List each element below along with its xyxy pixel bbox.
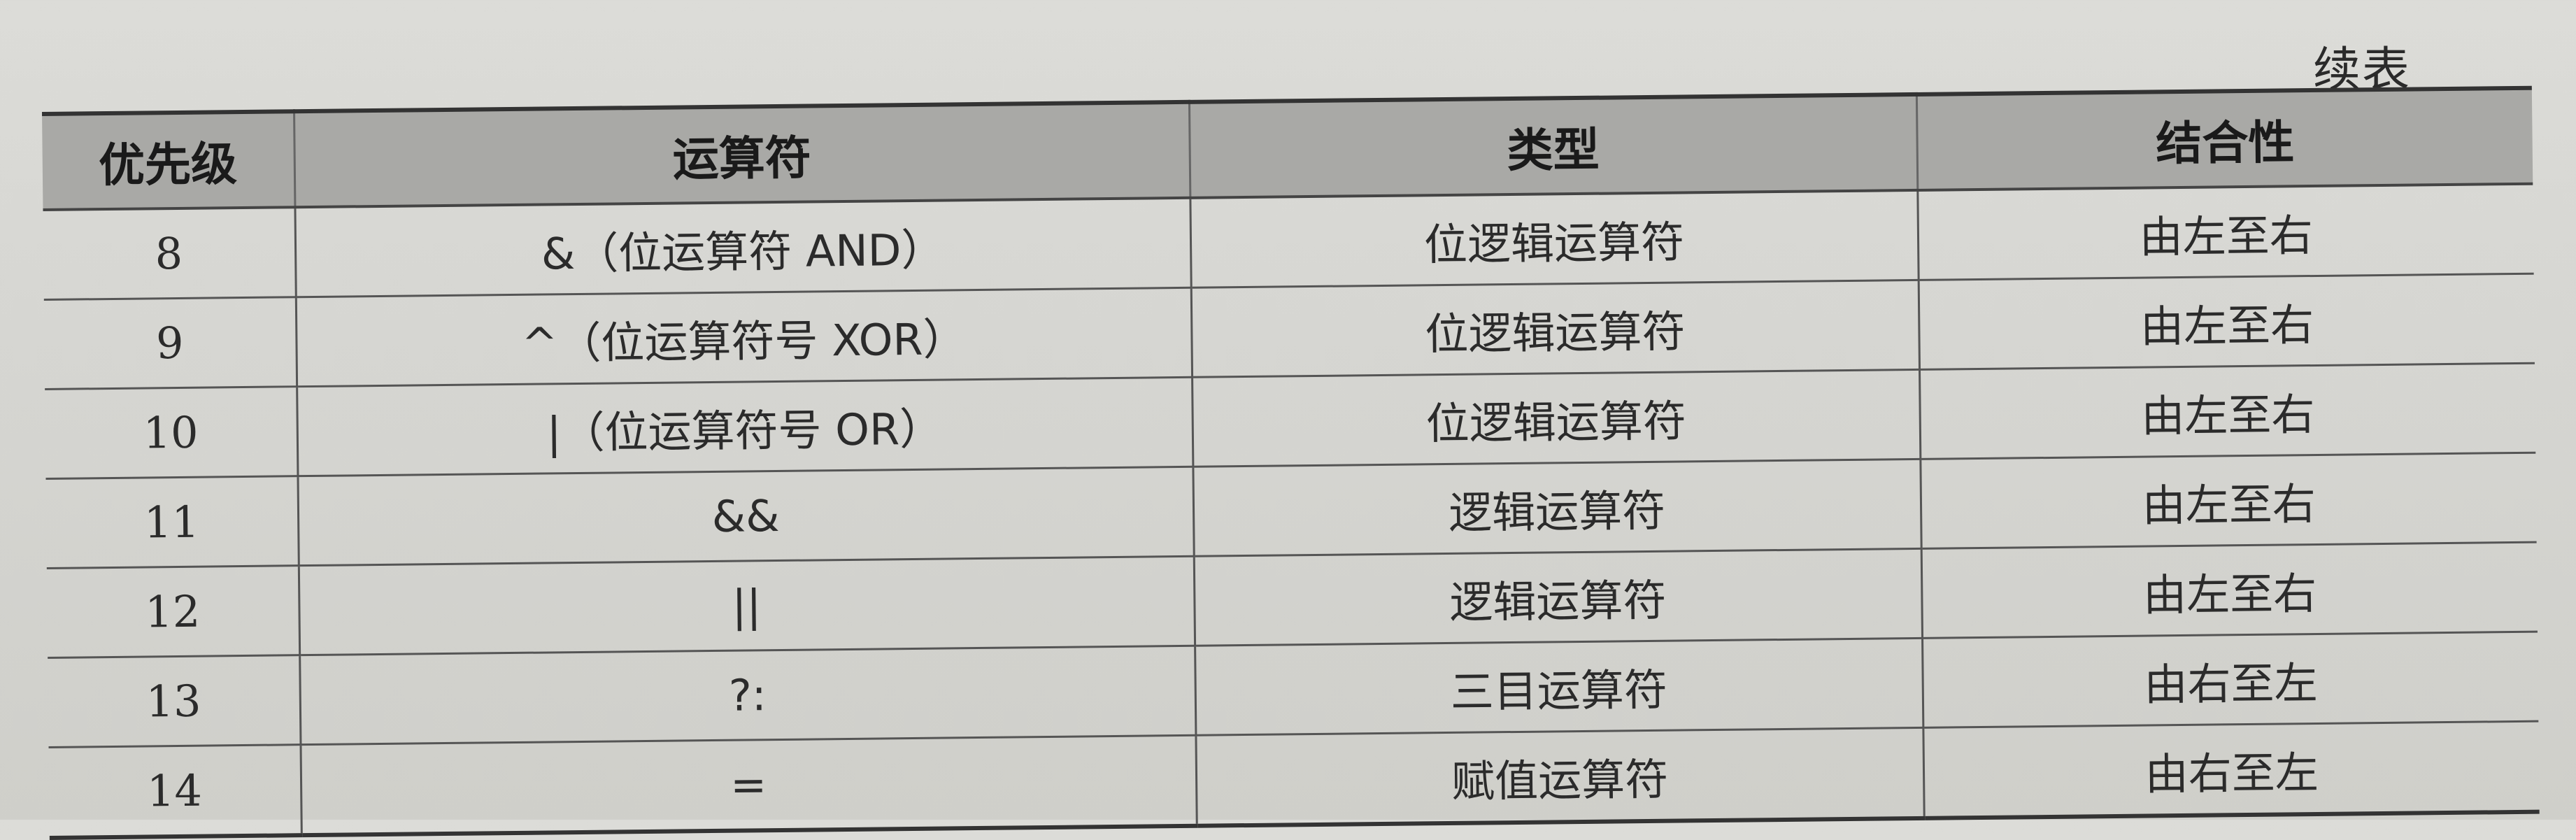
- header-priority: 优先级: [42, 111, 295, 210]
- cell-type: 位逻辑运算符: [1190, 190, 1919, 288]
- cell-operator: ||: [298, 556, 1195, 655]
- cell-associativity: 由左至右: [1920, 453, 2537, 549]
- cell-type: 赋值运算符: [1195, 727, 1924, 826]
- cell-associativity: 由左至右: [1918, 273, 2535, 370]
- header-type: 类型: [1188, 94, 1918, 198]
- cell-operator: ?:: [299, 646, 1196, 745]
- header-operator: 运算符: [294, 101, 1190, 208]
- cell-priority: 8: [43, 207, 296, 300]
- cell-operator: |（位运算符号 OR）: [297, 377, 1193, 476]
- operator-precedence-table: 优先级 运算符 类型 结合性 8 &（位运算符 AND） 位逻辑运算符 由左至右…: [42, 86, 2540, 840]
- cell-priority: 10: [45, 386, 298, 479]
- header-associativity: 结合性: [1916, 87, 2533, 190]
- cell-type: 逻辑运算符: [1193, 548, 1923, 646]
- cell-priority: 14: [48, 744, 301, 838]
- cell-operator: ^（位运算符号 XOR）: [295, 287, 1193, 387]
- cell-priority: 9: [43, 297, 297, 390]
- cell-priority: 11: [45, 476, 299, 569]
- cell-associativity: 由左至右: [1921, 542, 2538, 639]
- cell-priority: 12: [46, 565, 300, 658]
- cell-type: 位逻辑运算符: [1192, 369, 1921, 467]
- cell-priority: 13: [48, 655, 301, 748]
- cell-type: 逻辑运算符: [1193, 459, 1921, 557]
- cell-associativity: 由左至右: [1919, 363, 2536, 460]
- cell-operator: &（位运算符 AND）: [294, 197, 1191, 297]
- cell-operator: =: [300, 735, 1197, 836]
- cell-type: 三目运算符: [1195, 638, 1923, 736]
- table-body: 8 &（位运算符 AND） 位逻辑运算符 由左至右 9 ^（位运算符号 XOR）…: [43, 183, 2540, 838]
- cell-associativity: 由右至左: [1922, 632, 2539, 728]
- book-page: 续表 优先级 运算符 类型 结合性 8 &（位运算符 AND） 位逻辑运算符 由…: [0, 0, 2576, 838]
- cell-associativity: 由左至右: [1917, 183, 2534, 280]
- cell-operator: &&: [297, 467, 1194, 566]
- cell-type: 位逻辑运算符: [1190, 280, 1920, 378]
- cell-associativity: 由右至左: [1923, 721, 2540, 818]
